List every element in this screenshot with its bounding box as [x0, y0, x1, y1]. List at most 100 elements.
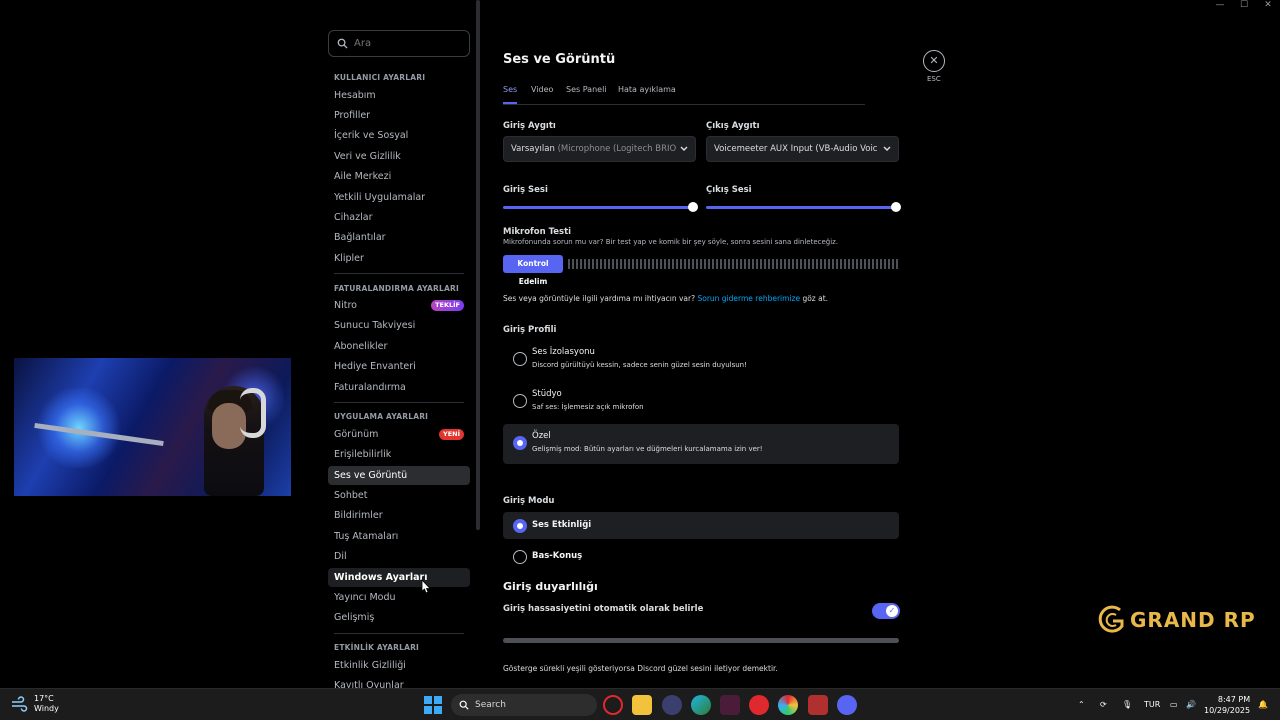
sidebar-item-appearance[interactable]: Görünüm YENİ: [328, 425, 470, 444]
radio-button-selected[interactable]: [513, 519, 527, 533]
radio-button[interactable]: [513, 394, 527, 408]
grand-rp-logo-icon: [1098, 605, 1124, 633]
output-device-select[interactable]: Voicemeeter AUX Input (VB-Audio Voic: [706, 136, 899, 162]
sidebar-item-chat[interactable]: Sohbet: [328, 486, 470, 505]
section-activity-settings: ETKİNLİK AYARLARI: [334, 643, 420, 652]
start-button[interactable]: [424, 696, 442, 714]
maximize-icon[interactable]: ☐: [1232, 0, 1256, 10]
sidebar-divider: [334, 633, 464, 634]
app-icon[interactable]: [720, 695, 740, 715]
weather-widget[interactable]: 17°C Windy: [10, 694, 59, 714]
sidebar-item-authorized-apps[interactable]: Yetkili Uygulamalar: [328, 188, 470, 207]
help-prefix: Ses veya görüntüyle ilgili yardıma mı ih…: [503, 294, 696, 303]
section-app-settings: UYGULAMA AYARLARI: [334, 412, 429, 421]
minimize-icon[interactable]: —: [1208, 0, 1232, 10]
sidebar-item-content-social[interactable]: İçerik ve Sosyal: [328, 126, 470, 145]
discord-icon[interactable]: [837, 695, 857, 715]
sidebar-item-voice-video[interactable]: Ses ve Görüntü: [328, 466, 470, 485]
profile-option-voice-isolation[interactable]: Ses İzolasyonu Discord gürültüyü kessin,…: [503, 340, 899, 380]
sidebar-item-accessibility[interactable]: Erişilebilirlik: [328, 445, 470, 464]
sidebar-item-account[interactable]: Hesabım: [328, 86, 470, 105]
sidebar-item-data-privacy[interactable]: Veri ve Gizlilik: [328, 147, 470, 166]
sidebar-item-streamer-mode[interactable]: Yayıncı Modu: [328, 588, 470, 607]
help-text: Ses veya görüntüyle ilgili yardıma mı ih…: [503, 294, 828, 303]
settings-tabs: Ses Video Ses Paneli Hata ayıklama: [503, 85, 865, 105]
mode-option-push-to-talk[interactable]: Bas-Konuş: [503, 543, 899, 570]
sidebar-item-language[interactable]: Dil: [328, 547, 470, 566]
date: 10/29/2025: [1204, 706, 1251, 715]
radio-button[interactable]: [513, 352, 527, 366]
file-explorer-icon[interactable]: [632, 695, 652, 715]
slider-handle[interactable]: [688, 202, 698, 212]
sidebar-item-nitro[interactable]: Nitro TEKLİF: [328, 296, 470, 315]
output-volume-slider[interactable]: [706, 202, 901, 212]
slider-handle[interactable]: [891, 202, 901, 212]
input-sensitivity-title: Giriş duyarlılığı: [503, 580, 598, 593]
network-icon[interactable]: ▭: [1170, 689, 1178, 720]
voice-video-settings: Ses ve Görüntü Ses Video Ses Paneli Hata…: [503, 40, 903, 688]
input-device-select[interactable]: Varsayılan (Microphone (Logitech BRIO: [503, 136, 696, 162]
search-box[interactable]: [328, 30, 470, 57]
check-icon: ✓: [886, 605, 898, 617]
sidebar-item-subscriptions[interactable]: Abonelikler: [328, 337, 470, 356]
edge-icon[interactable]: [691, 695, 711, 715]
system-clock[interactable]: 8:47 PM 10/29/2025: [1204, 694, 1250, 716]
profile-description: Discord gürültüyü kessin, sadece senin g…: [532, 361, 747, 369]
sidebar-item-billing[interactable]: Faturalandırma: [328, 378, 470, 397]
auto-sensitivity-toggle[interactable]: ✓: [872, 603, 900, 619]
sidebar-item-profiles[interactable]: Profiller: [328, 106, 470, 125]
opera-gx-icon[interactable]: [603, 695, 623, 715]
volume-icon[interactable]: 🔊: [1186, 689, 1196, 720]
new-badge: YENİ: [438, 429, 464, 440]
microphone-icon[interactable]: 🎙: [1122, 689, 1132, 720]
tab-debug[interactable]: Hata ayıklama: [618, 85, 676, 94]
brand-text: GRAND RP: [1130, 608, 1256, 632]
sidebar-divider: [334, 402, 464, 403]
media-player-icon[interactable]: [749, 695, 769, 715]
tab-video[interactable]: Video: [531, 85, 553, 94]
sidebar-item-notifications[interactable]: Bildirimler: [328, 506, 470, 525]
mouse-cursor-icon: [421, 579, 431, 594]
sidebar-item-server-boost[interactable]: Sunucu Takviyesi: [328, 316, 470, 335]
mic-test-button[interactable]: Kontrol Edelim: [503, 255, 563, 286]
profile-description: Saf ses: İşlemesiz açık mikrofon: [532, 403, 644, 411]
sidebar-item-family-center[interactable]: Aile Merkezi: [328, 167, 470, 186]
tab-soundboard[interactable]: Ses Paneli: [566, 85, 607, 94]
sidebar-item-gift-inventory[interactable]: Hediye Envanteri: [328, 357, 470, 376]
sidebar-item-windows-settings[interactable]: Windows Ayarları: [328, 568, 470, 587]
profile-option-studio[interactable]: Stüdyo Saf ses: İşlemesiz açık mikrofon: [503, 382, 899, 422]
search-input[interactable]: [354, 38, 464, 49]
close-window-icon[interactable]: ✕: [1256, 0, 1280, 10]
sync-icon[interactable]: ⟳: [1100, 689, 1107, 720]
sidebar-item-connections[interactable]: Bağlantılar: [328, 228, 470, 247]
profile-title: Stüdyo: [532, 389, 562, 399]
sidebar-item-advanced[interactable]: Gelişmiş: [328, 608, 470, 627]
chevron-up-icon[interactable]: ⌃: [1078, 689, 1085, 720]
close-settings-button[interactable]: ✕: [923, 50, 945, 72]
sidebar-item-devices[interactable]: Cihazlar: [328, 208, 470, 227]
profile-option-custom[interactable]: Özel Gelişmiş mod: Bütün ayarları ve düğ…: [503, 424, 899, 464]
chevron-down-icon: [680, 146, 688, 151]
temperature: 17°C: [34, 694, 54, 703]
taskbar-search[interactable]: Search: [451, 694, 597, 716]
sensitivity-bar[interactable]: [503, 638, 899, 643]
mode-option-voice-activity[interactable]: Ses Etkinliği: [503, 512, 899, 539]
notification-icon[interactable]: 🔔: [1258, 689, 1268, 720]
voicemeeter-icon[interactable]: [808, 695, 828, 715]
tab-voice[interactable]: Ses: [503, 85, 518, 104]
language-indicator[interactable]: TUR: [1144, 689, 1160, 720]
radio-button-selected[interactable]: [513, 436, 527, 450]
sidebar-item-activity-privacy[interactable]: Etkinlik Gizliliği: [328, 656, 470, 675]
input-volume-slider[interactable]: [503, 202, 698, 212]
sidebar-scrollbar[interactable]: [476, 0, 480, 530]
photos-icon[interactable]: [778, 695, 798, 715]
radio-button[interactable]: [513, 550, 527, 564]
sidebar-item-keybinds[interactable]: Tuş Atamaları: [328, 527, 470, 546]
sidebar-item-clips[interactable]: Klipler: [328, 249, 470, 268]
obs-icon[interactable]: [662, 695, 682, 715]
output-volume-label: Çıkış Sesi: [706, 185, 752, 195]
search-icon: [459, 700, 469, 710]
troubleshooting-link[interactable]: Sorun giderme rehberimize: [697, 294, 800, 303]
windows-taskbar: 17°C Windy Search ⌃ ⟳ 🎙 TUR ▭ 🔊 8:47 PM …: [0, 688, 1280, 720]
sidebar-item-label: Nitro: [334, 300, 357, 311]
